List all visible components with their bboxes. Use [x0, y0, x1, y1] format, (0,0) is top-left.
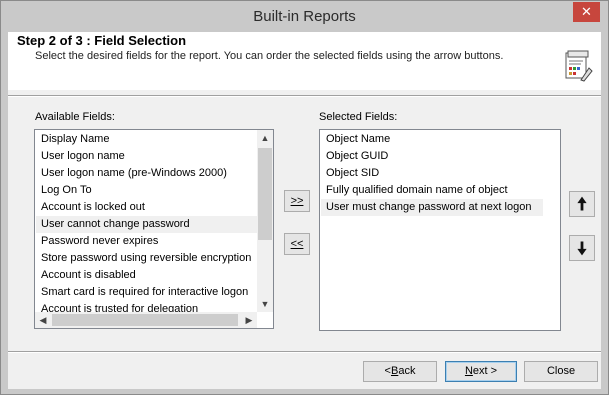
close-window-button[interactable]: ✕	[573, 2, 600, 22]
header-divider	[8, 95, 601, 97]
window-title: Built-in Reports	[253, 8, 356, 25]
footer-divider	[8, 351, 601, 353]
close-button-label: Close	[546, 365, 576, 377]
selected-fields-list[interactable]: Object Name Object GUID Object SID Fully qu…	[319, 129, 561, 331]
scroll-up-icon[interactable]: ▲	[257, 130, 273, 146]
list-item[interactable]: Log On To	[36, 182, 257, 199]
list-item[interactable]: Password never expires	[36, 233, 257, 250]
arrow-down-icon	[577, 241, 587, 256]
scrollbar-thumb[interactable]	[52, 314, 238, 326]
step-title: Step 2 of 3 : Field Selection	[17, 33, 187, 48]
list-item[interactable]: User logon name	[36, 148, 257, 165]
next-button-mnemonic: N	[464, 365, 473, 377]
add-field-button[interactable]: >>	[284, 190, 310, 212]
selected-fields-label: Selected Fields:	[319, 111, 398, 123]
list-item[interactable]: Smart card is required for interactive l…	[36, 284, 257, 301]
available-fields-list[interactable]: Display Name User logon name User logon na…	[34, 129, 274, 329]
title-bar[interactable]: Built-in Reports ✕	[1, 1, 608, 32]
available-fields-label: Available Fields:	[35, 111, 115, 123]
next-button[interactable]: Next >	[445, 361, 517, 382]
list-item[interactable]: User must change password at next logon	[321, 199, 543, 216]
remove-field-label: <<	[290, 238, 304, 250]
scroll-left-icon[interactable]: ◀	[35, 312, 51, 328]
next-button-label: ext >	[472, 365, 498, 377]
add-field-label: >>	[290, 195, 304, 207]
arrow-up-icon	[577, 196, 587, 211]
list-item[interactable]: Object SID	[321, 165, 543, 182]
scroll-down-icon[interactable]: ▼	[257, 296, 273, 312]
dialog-client-area: Step 2 of 3 : Field Selection Select the…	[8, 32, 601, 389]
close-button[interactable]: Close	[524, 361, 598, 382]
list-item[interactable]: Fully qualified domain name of object	[321, 182, 543, 199]
list-item[interactable]: User cannot change password	[36, 216, 257, 233]
step-description: Select the desired fields for the report…	[35, 50, 504, 62]
list-item[interactable]: Store password using reversible encrypti…	[36, 250, 257, 267]
list-item[interactable]: Account is locked out	[36, 199, 257, 216]
wizard-header: Step 2 of 3 : Field Selection Select the…	[8, 32, 601, 90]
back-button[interactable]: <Back	[363, 361, 437, 382]
list-item[interactable]: Object GUID	[321, 148, 543, 165]
available-horizontal-scrollbar[interactable]: ◀ ▶	[35, 312, 257, 328]
dialog-window: Built-in Reports ✕ Step 2 of 3 : Field S…	[0, 0, 609, 395]
list-item[interactable]: User logon name (pre-Windows 2000)	[36, 165, 257, 182]
scroll-right-icon[interactable]: ▶	[241, 312, 257, 328]
available-vertical-scrollbar[interactable]: ▲ ▼	[257, 130, 273, 312]
list-item[interactable]: Object Name	[321, 131, 543, 148]
back-button-label: ack	[398, 365, 416, 377]
report-icon	[565, 50, 593, 82]
list-item[interactable]: Account is disabled	[36, 267, 257, 284]
remove-field-button[interactable]: <<	[284, 233, 310, 255]
list-item[interactable]: Display Name	[36, 131, 257, 148]
scrollbar-thumb[interactable]	[258, 148, 272, 240]
move-up-button[interactable]	[569, 191, 595, 217]
move-down-button[interactable]	[569, 235, 595, 261]
